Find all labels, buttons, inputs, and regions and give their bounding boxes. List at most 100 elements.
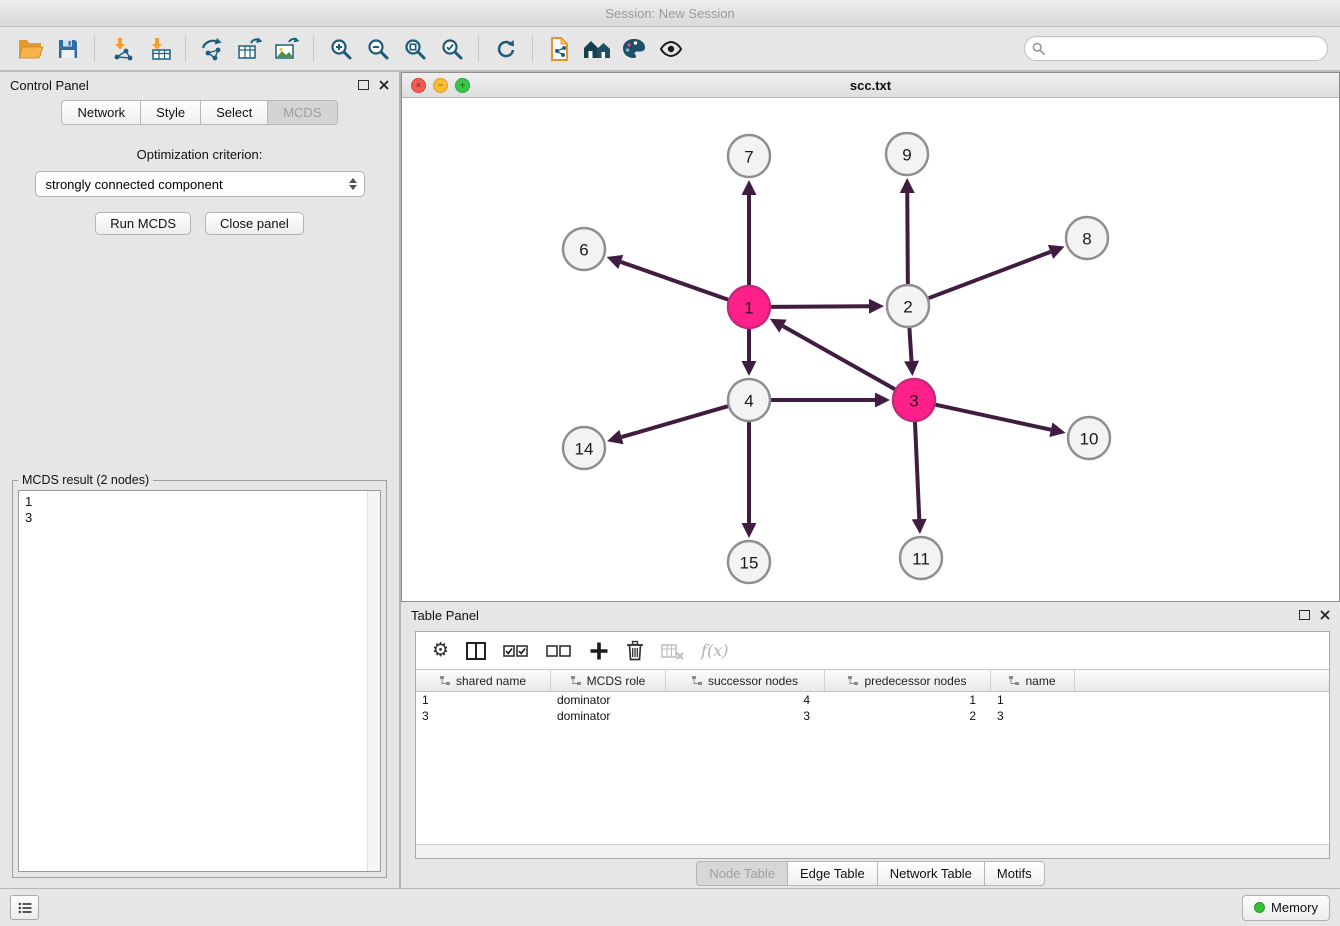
unselect-all-rows-icon[interactable]	[546, 644, 572, 658]
zoom-window-icon[interactable]: +	[455, 78, 470, 93]
node-label-4: 4	[744, 392, 753, 411]
float-table-panel-icon[interactable]	[1299, 610, 1310, 620]
node-label-1: 1	[744, 299, 753, 318]
criterion-select[interactable]: strongly connected component	[35, 171, 365, 197]
export-network-button[interactable]	[194, 32, 231, 66]
export-table-button[interactable]	[231, 32, 268, 66]
close-panel-button[interactable]: Close panel	[205, 212, 304, 235]
add-row-icon[interactable]	[589, 641, 609, 661]
edge-3-11[interactable]	[915, 422, 919, 519]
cell-predecessor-nodes[interactable]: 1	[825, 692, 991, 708]
home-button[interactable]	[578, 32, 615, 66]
node-8[interactable]: 8	[1066, 217, 1108, 259]
node-15[interactable]: 15	[728, 541, 770, 583]
import-network-button[interactable]	[103, 32, 140, 66]
table-row[interactable]: 3 dominator 3 2 3	[416, 708, 1329, 724]
close-table-panel-icon[interactable]	[1320, 610, 1330, 620]
select-all-rows-icon[interactable]	[503, 644, 529, 658]
node-6[interactable]: 6	[563, 228, 605, 270]
tab-node-table[interactable]: Node Table	[696, 861, 788, 886]
table-settings-gear-icon[interactable]: ⚙	[432, 641, 449, 660]
cell-successor-nodes[interactable]: 3	[666, 708, 825, 724]
edge-2-8[interactable]	[929, 252, 1051, 298]
arrowhead-1-2	[869, 299, 884, 314]
column-header-mcds-role[interactable]: MCDS role	[551, 670, 666, 691]
task-history-button[interactable]	[10, 895, 39, 920]
node-11[interactable]: 11	[900, 537, 942, 579]
edge-1-6[interactable]	[621, 262, 728, 300]
cell-mcds-role[interactable]: dominator	[551, 692, 666, 708]
cell-successor-nodes[interactable]: 4	[666, 692, 825, 708]
tab-select[interactable]: Select	[200, 100, 268, 125]
column-header-successor-nodes[interactable]: successor nodes	[666, 670, 825, 691]
table-panel-title: Table Panel	[411, 608, 479, 623]
cell-shared-name[interactable]: 3	[416, 708, 551, 724]
cell-mcds-role[interactable]: dominator	[551, 708, 666, 724]
tab-style[interactable]: Style	[140, 100, 201, 125]
search-input[interactable]	[1050, 41, 1320, 57]
column-header-shared-name[interactable]: shared name	[416, 670, 551, 691]
node-label-2: 2	[903, 298, 912, 317]
node-4[interactable]: 4	[728, 379, 770, 421]
float-panel-icon[interactable]	[358, 80, 369, 90]
run-mcds-button[interactable]: Run MCDS	[95, 212, 191, 235]
tab-motifs[interactable]: Motifs	[984, 861, 1045, 886]
zoom-out-button[interactable]	[359, 32, 396, 66]
split-columns-icon[interactable]	[466, 642, 486, 660]
cell-name[interactable]: 3	[991, 708, 1075, 724]
column-header-name[interactable]: name	[991, 670, 1075, 691]
node-2[interactable]: 2	[887, 285, 929, 327]
tab-network[interactable]: Network	[61, 100, 141, 125]
close-window-icon[interactable]: ×	[411, 78, 426, 93]
table-panel: Table Panel ⚙	[401, 602, 1340, 888]
main-toolbar	[0, 27, 1340, 72]
node-7[interactable]: 7	[728, 135, 770, 177]
edge-3-1[interactable]	[783, 326, 895, 389]
delete-rows-icon[interactable]	[626, 640, 644, 661]
memory-button[interactable]: Memory	[1242, 895, 1330, 921]
network-graph[interactable]: 7 9 6 8 1 2 4 3 14 10 15 11	[402, 98, 1339, 601]
node-1[interactable]: 1	[728, 286, 770, 328]
toolbar-separator	[478, 36, 479, 62]
arrowhead-2-9	[900, 178, 915, 193]
table-row[interactable]: 1 dominator 4 1 1	[416, 692, 1329, 708]
table-horizontal-scrollbar[interactable]	[416, 844, 1329, 858]
cell-predecessor-nodes[interactable]: 2	[825, 708, 991, 724]
save-session-button[interactable]	[49, 32, 86, 66]
column-header-predecessor-nodes[interactable]: predecessor nodes	[825, 670, 991, 691]
mcds-result-list[interactable]: 1 3	[18, 490, 381, 872]
column-type-icon	[571, 676, 582, 686]
apply-layout-button[interactable]	[487, 32, 524, 66]
style-button[interactable]	[615, 32, 652, 66]
tab-mcds[interactable]: MCDS	[267, 100, 337, 125]
zoom-selected-icon	[440, 37, 464, 61]
cell-shared-name[interactable]: 1	[416, 692, 551, 708]
export-image-button[interactable]	[268, 32, 305, 66]
show-graphics-button[interactable]	[652, 32, 689, 66]
network-canvas-area[interactable]: 7 9 6 8 1 2 4 3 14 10 15 11	[402, 98, 1339, 601]
edge-1-2[interactable]	[771, 306, 869, 307]
edge-2-3[interactable]	[909, 328, 911, 361]
arrowhead-4-15	[742, 523, 757, 538]
node-10[interactable]: 10	[1068, 417, 1110, 459]
zoom-selected-button[interactable]	[433, 32, 470, 66]
tab-edge-table[interactable]: Edge Table	[787, 861, 878, 886]
close-panel-icon[interactable]	[379, 80, 389, 90]
edge-4-14[interactable]	[621, 406, 727, 437]
node-14[interactable]: 14	[563, 427, 605, 469]
cell-name[interactable]: 1	[991, 692, 1075, 708]
result-item[interactable]: 3	[25, 510, 374, 526]
minimize-window-icon[interactable]: −	[433, 78, 448, 93]
zoom-fit-button[interactable]	[396, 32, 433, 66]
edge-3-10[interactable]	[935, 405, 1050, 430]
node-9[interactable]: 9	[886, 133, 928, 175]
result-item[interactable]: 1	[25, 494, 374, 510]
zoom-in-button[interactable]	[322, 32, 359, 66]
edge-2-9[interactable]	[907, 193, 908, 284]
network-document-button[interactable]	[541, 32, 578, 66]
node-3[interactable]: 3	[893, 379, 935, 421]
tab-network-table[interactable]: Network Table	[877, 861, 985, 886]
import-table-button[interactable]	[140, 32, 177, 66]
open-session-button[interactable]	[12, 32, 49, 66]
mcds-result-title: MCDS result (2 nodes)	[18, 473, 153, 487]
